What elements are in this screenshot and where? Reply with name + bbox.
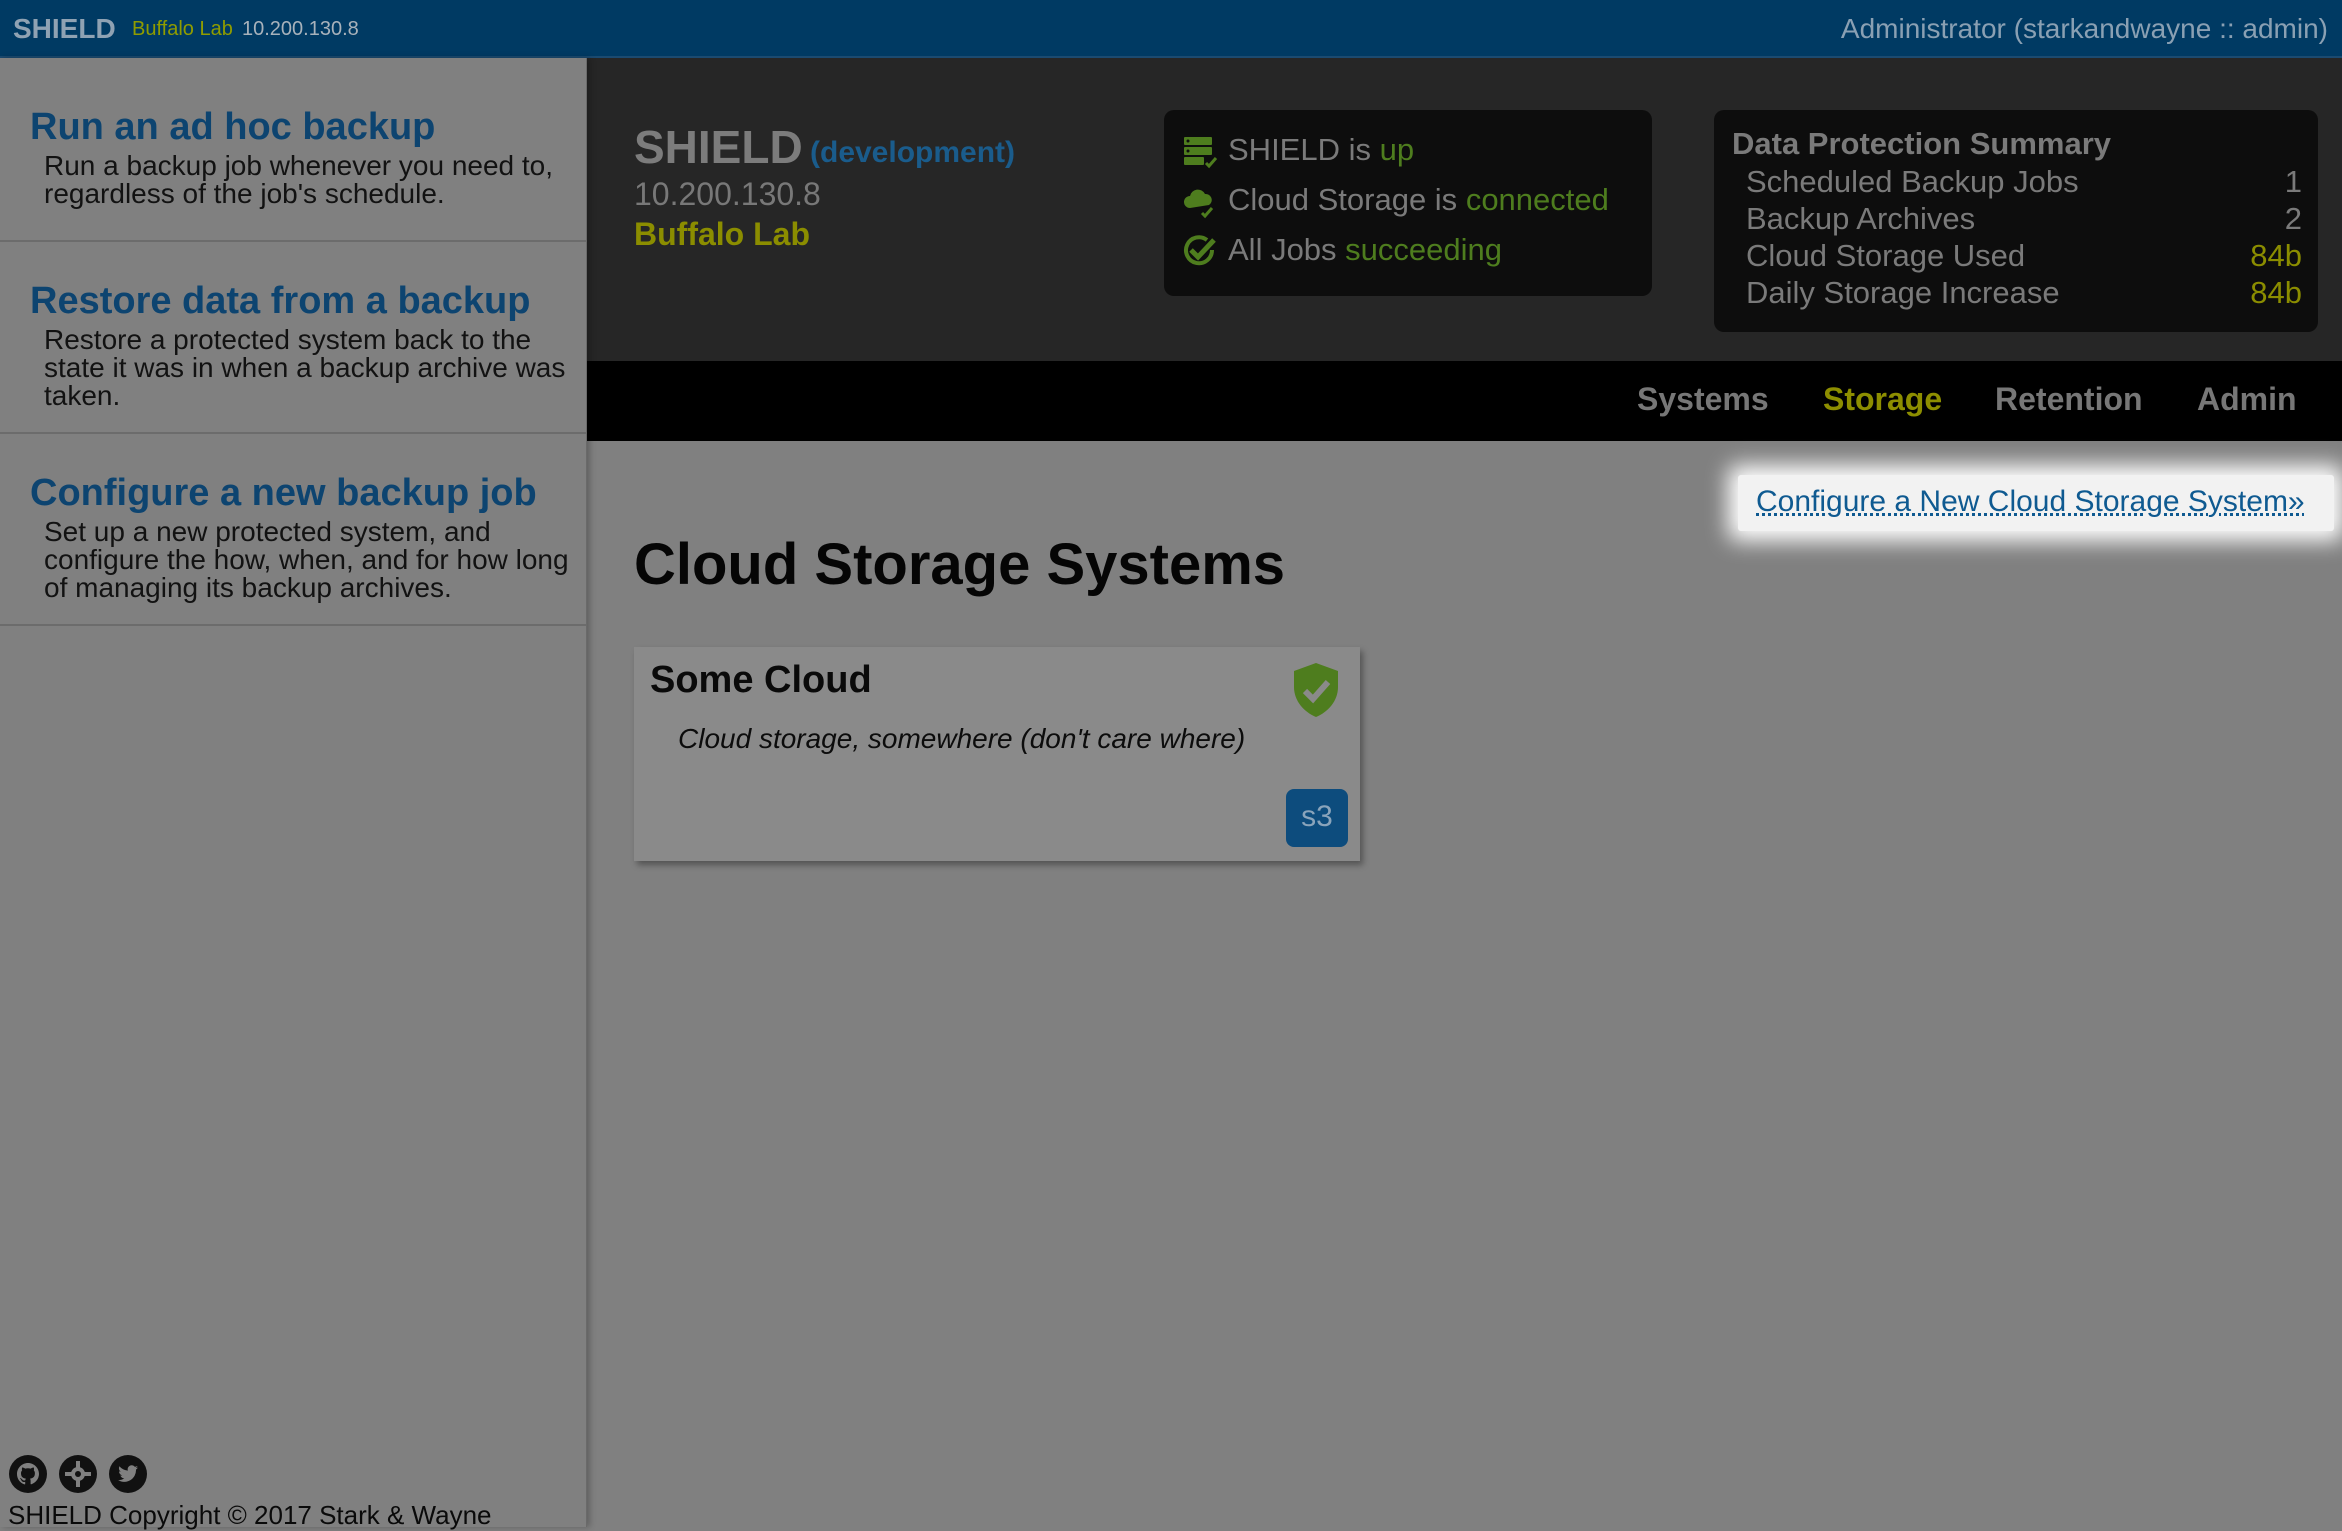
- summary-label: Daily Storage Increase: [1746, 275, 2060, 310]
- main-content: Configure a New Cloud Storage System» Cl…: [586, 441, 2342, 1527]
- sidebar-item-title[interactable]: Run an ad hoc backup: [30, 106, 435, 149]
- summary-value: 1: [2284, 164, 2302, 199]
- sidebar: Run an ad hoc backup Run a backup job wh…: [0, 58, 587, 1530]
- config-link-highlight: Configure a New Cloud Storage System»: [1738, 475, 2334, 531]
- summary-row-scheduled-jobs: Scheduled Backup Jobs 1: [1746, 164, 2302, 200]
- page-title: Cloud Storage Systems: [634, 532, 1286, 597]
- summary-label: Scheduled Backup Jobs: [1746, 164, 2079, 199]
- tab-storage[interactable]: Storage: [1823, 381, 1942, 418]
- user-menu[interactable]: Administrator (starkandwayne :: admin): [1841, 13, 2328, 45]
- github-icon[interactable]: [8, 1454, 48, 1494]
- status-label: All Jobs: [1228, 232, 1346, 267]
- summary-label: Cloud Storage Used: [1746, 238, 2026, 273]
- footer-copyright: SHIELD Copyright © 2017 Stark & Wayne: [8, 1500, 492, 1530]
- sidebar-item-restore[interactable]: Restore data from a backup Restore a pro…: [0, 242, 586, 434]
- environment-ip-label: 10.200.130.8: [242, 18, 359, 40]
- twitter-icon[interactable]: [108, 1454, 148, 1494]
- configure-new-storage-link[interactable]: Configure a New Cloud Storage System»: [1756, 485, 2305, 519]
- tab-admin[interactable]: Admin: [2197, 381, 2297, 418]
- tab-retention[interactable]: Retention: [1995, 381, 2143, 418]
- brand-logo[interactable]: SHIELD: [13, 13, 116, 45]
- system-ip: 10.200.130.8: [634, 176, 821, 212]
- sidebar-item-title[interactable]: Configure a new backup job: [30, 472, 537, 515]
- status-value: connected: [1465, 182, 1609, 217]
- storage-card-name[interactable]: Some Cloud: [650, 659, 872, 702]
- cloud-icon: [1184, 189, 1214, 219]
- sidebar-item-description: Restore a protected system back to the s…: [44, 324, 566, 411]
- summary-row-backup-archives: Backup Archives 2: [1746, 201, 2302, 237]
- status-label: SHIELD is: [1228, 132, 1380, 167]
- health-status-panel: SHIELD is up Cloud Storage is connected …: [1164, 110, 1652, 296]
- system-header: SHIELD (development) 10.200.130.8 Buffal…: [586, 58, 2342, 361]
- system-environment: (development): [810, 136, 1016, 169]
- plugin-badge: s3: [1286, 789, 1348, 847]
- storage-card-description: Cloud storage, somewhere (don't care whe…: [678, 723, 1246, 754]
- system-name: SHIELD: [634, 121, 803, 173]
- sidebar-item-description: Set up a new protected system, and confi…: [44, 516, 569, 603]
- summary-value: 84b: [2250, 238, 2302, 273]
- system-lab: Buffalo Lab: [634, 216, 810, 252]
- main-nav: Systems Storage Retention Admin: [586, 361, 2342, 441]
- check-badge-icon: [1184, 235, 1216, 266]
- storage-card[interactable]: Some Cloud Cloud storage, somewhere (don…: [634, 647, 1360, 861]
- shield-check-icon: [1294, 663, 1338, 717]
- summary-label: Backup Archives: [1746, 201, 1976, 236]
- status-shield: SHIELD is up: [1182, 130, 1642, 170]
- sidebar-item-new-job[interactable]: Configure a new backup job Set up a new …: [0, 434, 586, 626]
- summary-title: Data Protection Summary: [1732, 126, 2111, 161]
- summary-value: 84b: [2250, 275, 2302, 310]
- status-value: succeeding: [1345, 232, 1503, 267]
- status-label: Cloud Storage is: [1228, 182, 1466, 217]
- sidebar-item-title[interactable]: Restore data from a backup: [30, 280, 530, 323]
- gear-icon[interactable]: [58, 1454, 98, 1494]
- status-value: up: [1379, 132, 1415, 167]
- environment-lab-label: Buffalo Lab: [132, 18, 233, 40]
- top-bar: SHIELD Buffalo Lab 10.200.130.8 Administ…: [0, 0, 2342, 58]
- data-protection-summary: Data Protection Summary Scheduled Backup…: [1714, 110, 2318, 332]
- summary-value: 2: [2284, 201, 2302, 236]
- server-icon: [1184, 137, 1218, 169]
- sidebar-item-adhoc-backup[interactable]: Run an ad hoc backup Run a backup job wh…: [0, 58, 586, 242]
- summary-row-daily-increase: Daily Storage Increase 84b: [1746, 275, 2302, 311]
- summary-row-storage-used: Cloud Storage Used 84b: [1746, 238, 2302, 274]
- tab-systems[interactable]: Systems: [1637, 381, 1769, 418]
- status-cloud-storage: Cloud Storage is connected: [1182, 180, 1642, 220]
- sidebar-item-description: Run a backup job whenever you need to, r…: [44, 150, 554, 209]
- status-jobs: All Jobs succeeding: [1182, 230, 1642, 270]
